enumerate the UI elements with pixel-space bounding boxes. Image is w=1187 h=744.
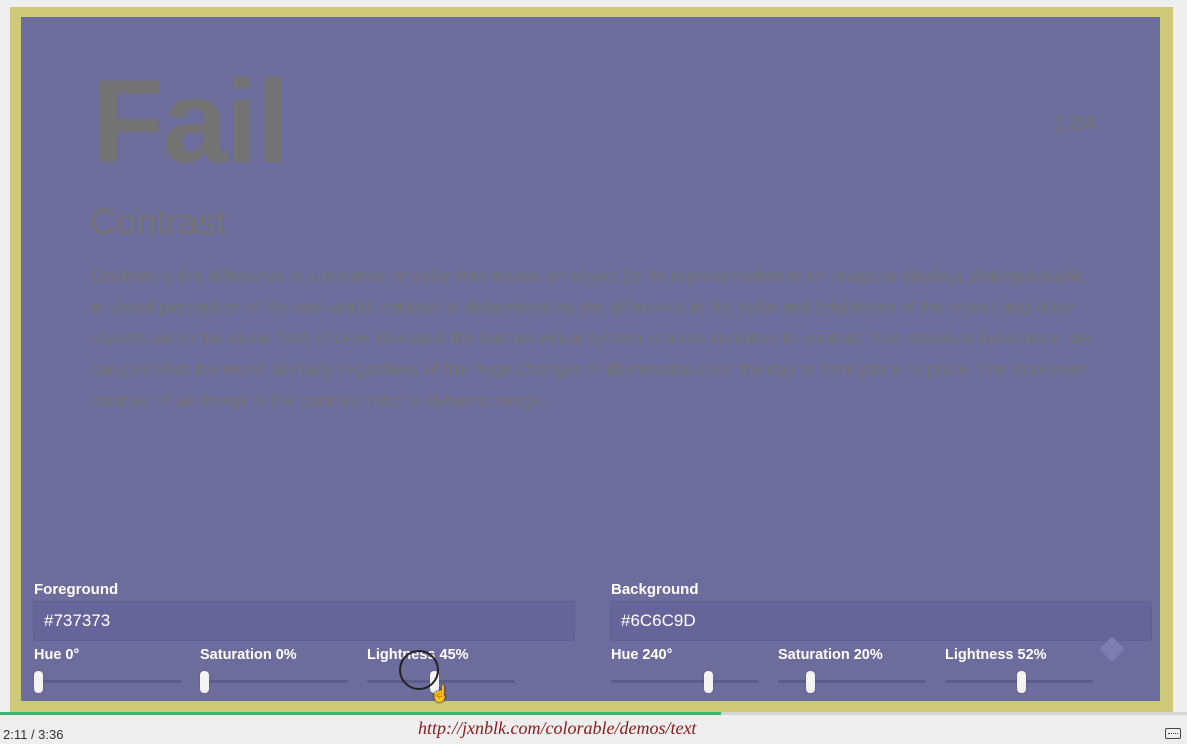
foreground-hex-input[interactable] (33, 601, 575, 641)
demo-url-caption: http://jxnblk.com/colorable/demos/text (418, 718, 697, 738)
video-player-bar: 2:11 / 3:36 http://jxnblk.com/colorable/… (0, 712, 1187, 744)
foreground-hue-slider[interactable] (34, 680, 182, 683)
preview-heading: Contrast (90, 201, 227, 242)
status-title: Fail (92, 56, 289, 188)
background-hue-label: Hue 240° (611, 647, 673, 663)
hand-cursor-icon: ☝ (430, 686, 450, 703)
foreground-saturation-label: Saturation 0% (200, 647, 297, 663)
foreground-hue-thumb[interactable] (34, 671, 43, 693)
video-progress-fill (0, 712, 721, 715)
background-lightness-thumb[interactable] (1017, 671, 1027, 693)
preview-body-text: Contrast is the difference in luminance … (90, 266, 1091, 410)
foreground-lightness-slider[interactable] (367, 680, 515, 683)
background-hue-slider[interactable] (611, 680, 759, 683)
background-label: Background (611, 581, 699, 598)
contrast-ratio: 1.04 (1053, 111, 1096, 136)
video-progress-track[interactable] (0, 712, 1187, 715)
background-saturation-thumb[interactable] (805, 671, 815, 693)
foreground-label: Foreground (34, 581, 119, 598)
foreground-saturation-thumb[interactable] (200, 671, 209, 693)
foreground-hue-label: Hue 0° (34, 647, 80, 663)
demo-stage: Fail 1.04 Contrast Contrast is the diffe… (21, 17, 1160, 701)
background-hue-thumb[interactable] (703, 671, 713, 693)
background-lightness-label: Lightness 52% (945, 647, 1047, 663)
closed-captions-icon[interactable] (1165, 728, 1181, 739)
video-timecode: 2:11 / 3:36 (3, 727, 64, 742)
background-hex-input[interactable] (610, 601, 1152, 641)
background-saturation-label: Saturation 20% (778, 647, 883, 663)
foreground-saturation-slider[interactable] (200, 680, 348, 683)
background-saturation-slider[interactable] (778, 680, 926, 683)
